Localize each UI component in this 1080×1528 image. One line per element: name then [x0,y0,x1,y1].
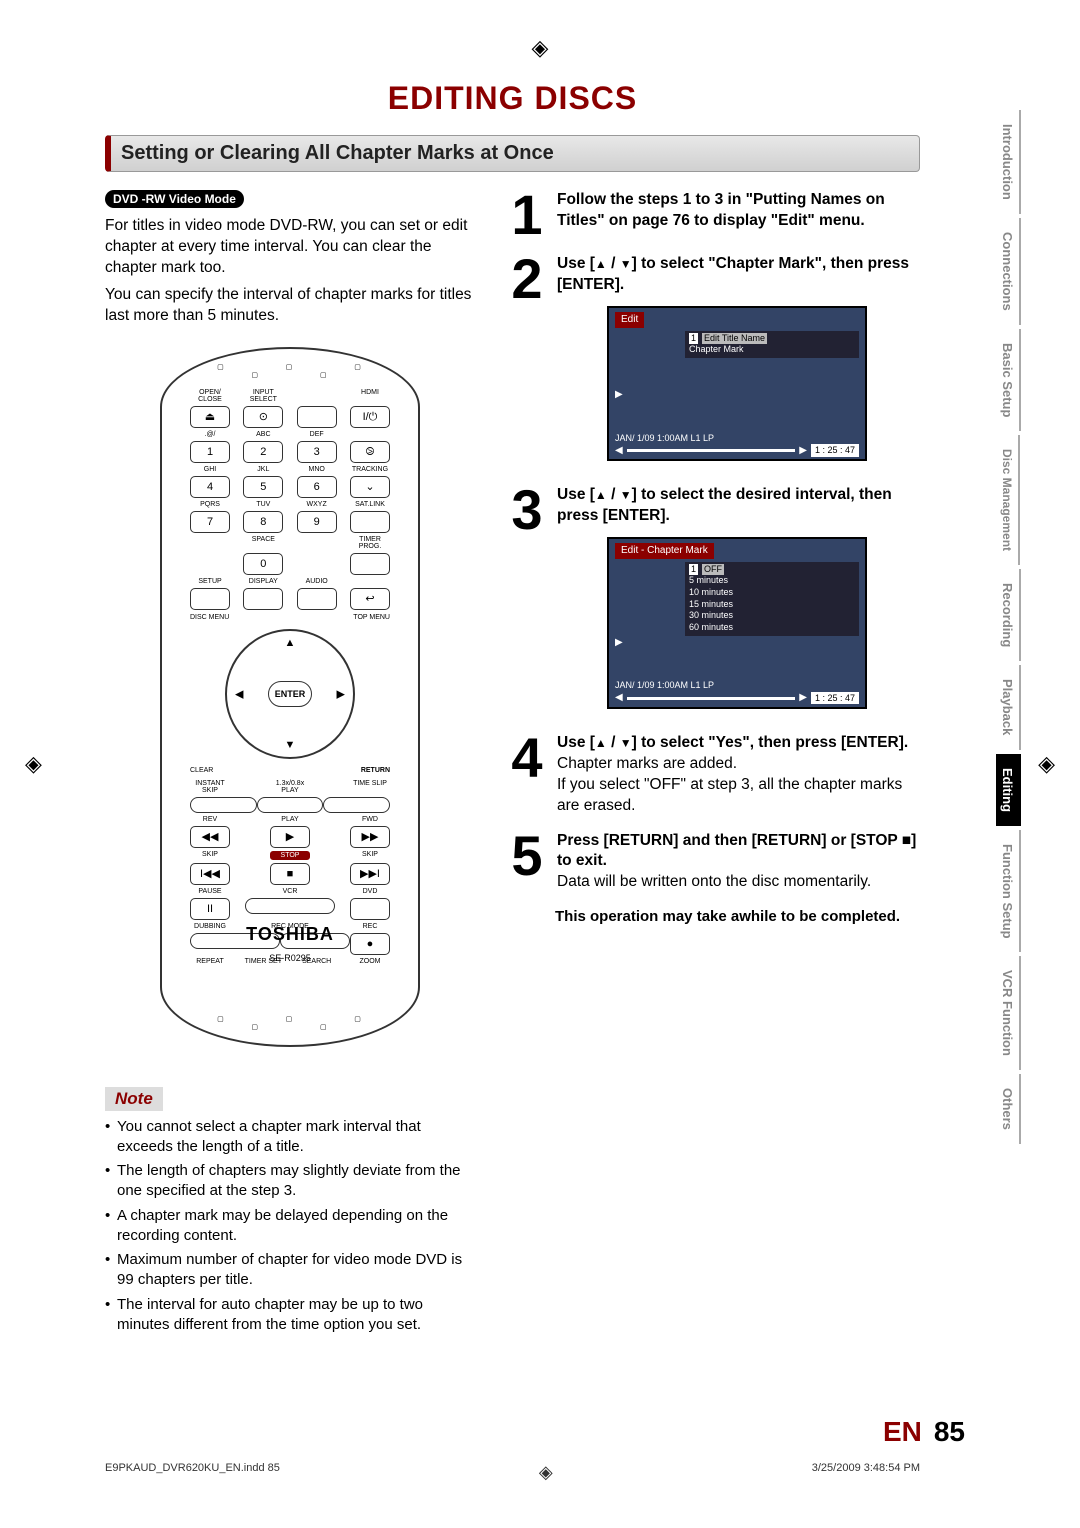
stop-icon: ■ [902,832,911,849]
side-tabs: Introduction Connections Basic Setup Dis… [996,110,1056,1148]
page-title: EDITING DISCS [105,80,920,117]
tab-recording[interactable]: Recording [996,569,1021,661]
tab-connections[interactable]: Connections [996,218,1021,325]
note-item: You cannot select a chapter mark interva… [105,1117,475,1158]
tab-playback[interactable]: Playback [996,665,1021,749]
tab-others[interactable]: Others [996,1074,1021,1144]
up-arrow-icon [595,255,607,272]
remote-brand: TOSHIBA [162,924,418,945]
registration-mark-top: ◈ [532,35,549,61]
down-arrow-icon [620,255,632,272]
intro-text-1: For titles in video mode DVD-RW, you can… [105,216,475,279]
registration-mark-left: ◈ [25,751,42,777]
dpad: ▲ ▼ ◀ ▶ ENTER [225,629,355,759]
remote-model: SE-R0295 [162,953,418,963]
step-number: 3 [505,485,549,719]
step-3: 3 Use [ / ] to select the desired interv… [505,485,920,719]
dvd-rw-badge: DVD -RW Video Mode [105,190,244,208]
step-2: 2 Use [ / ] to select "Chapter Mark", th… [505,254,920,471]
tab-basic-setup[interactable]: Basic Setup [996,329,1021,431]
note-list: You cannot select a chapter mark interva… [105,1117,475,1336]
note-heading: Note [105,1087,163,1111]
page-number: EN85 [883,1416,965,1448]
right-column: 1 Follow the steps 1 to 3 in "Putting Na… [505,190,920,1339]
up-arrow-icon [595,486,607,503]
footer-meta: E9PKAUD_DVR620KU_EN.indd 85 ◈ 3/25/2009 … [105,1462,920,1483]
note-item: Maximum number of chapter for video mode… [105,1250,475,1291]
tab-introduction[interactable]: Introduction [996,110,1021,214]
step-1-text: Follow the steps 1 to 3 in "Putting Name… [557,191,885,229]
note-item: The interval for auto chapter may be up … [105,1295,475,1336]
tab-vcr-function[interactable]: VCR Function [996,956,1021,1070]
step-5: 5 Press [RETURN] and then [RETURN] or [S… [505,831,920,894]
print-timestamp: 3/25/2009 3:48:54 PM [812,1462,920,1483]
down-arrow-icon [620,486,632,503]
step-4: 4 Use [ / ] to select "Yes", then press … [505,733,920,817]
left-column: DVD -RW Video Mode For titles in video m… [105,190,475,1339]
up-arrow-icon [595,734,607,751]
intro-text-2: You can specify the interval of chapter … [105,285,475,327]
osd-chapter-mark-screen: Edit - Chapter Mark 1OFF 5 minutes 10 mi… [607,537,867,709]
down-arrow-icon [620,734,632,751]
tab-disc-management[interactable]: Disc Management [996,435,1020,565]
step-number: 4 [505,733,549,817]
registration-mark-bottom: ◈ [539,1462,553,1483]
note-item: The length of chapters may slightly devi… [105,1161,475,1202]
step-4-body2: If you select "OFF" at step 3, all the c… [557,776,902,814]
remote-illustration: ▢ ▢ ▢ ▢ ▢ OPEN/ CLOSEINPUT SELECTHDMI ⏏⊙… [160,347,420,1047]
tab-function-setup[interactable]: Function Setup [996,830,1021,953]
page-content: EDITING DISCS Setting or Clearing All Ch… [105,80,920,1339]
step-4-body1: Chapter marks are added. [557,755,737,772]
step-number: 5 [505,831,549,894]
section-header: Setting or Clearing All Chapter Marks at… [105,135,920,172]
source-file: E9PKAUD_DVR620KU_EN.indd 85 [105,1462,280,1483]
step-number: 1 [505,190,549,240]
osd-edit-screen: Edit 1Edit Title Name Chapter Mark ▶ JAN… [607,306,867,461]
tab-editing[interactable]: Editing [996,754,1021,826]
note-item: A chapter mark may be delayed depending … [105,1206,475,1247]
step-1: 1 Follow the steps 1 to 3 in "Putting Na… [505,190,920,240]
step-5-body: Data will be written onto the disc momen… [557,873,871,890]
step-number: 2 [505,254,549,471]
final-note: This operation may take awhile to be com… [555,907,920,927]
